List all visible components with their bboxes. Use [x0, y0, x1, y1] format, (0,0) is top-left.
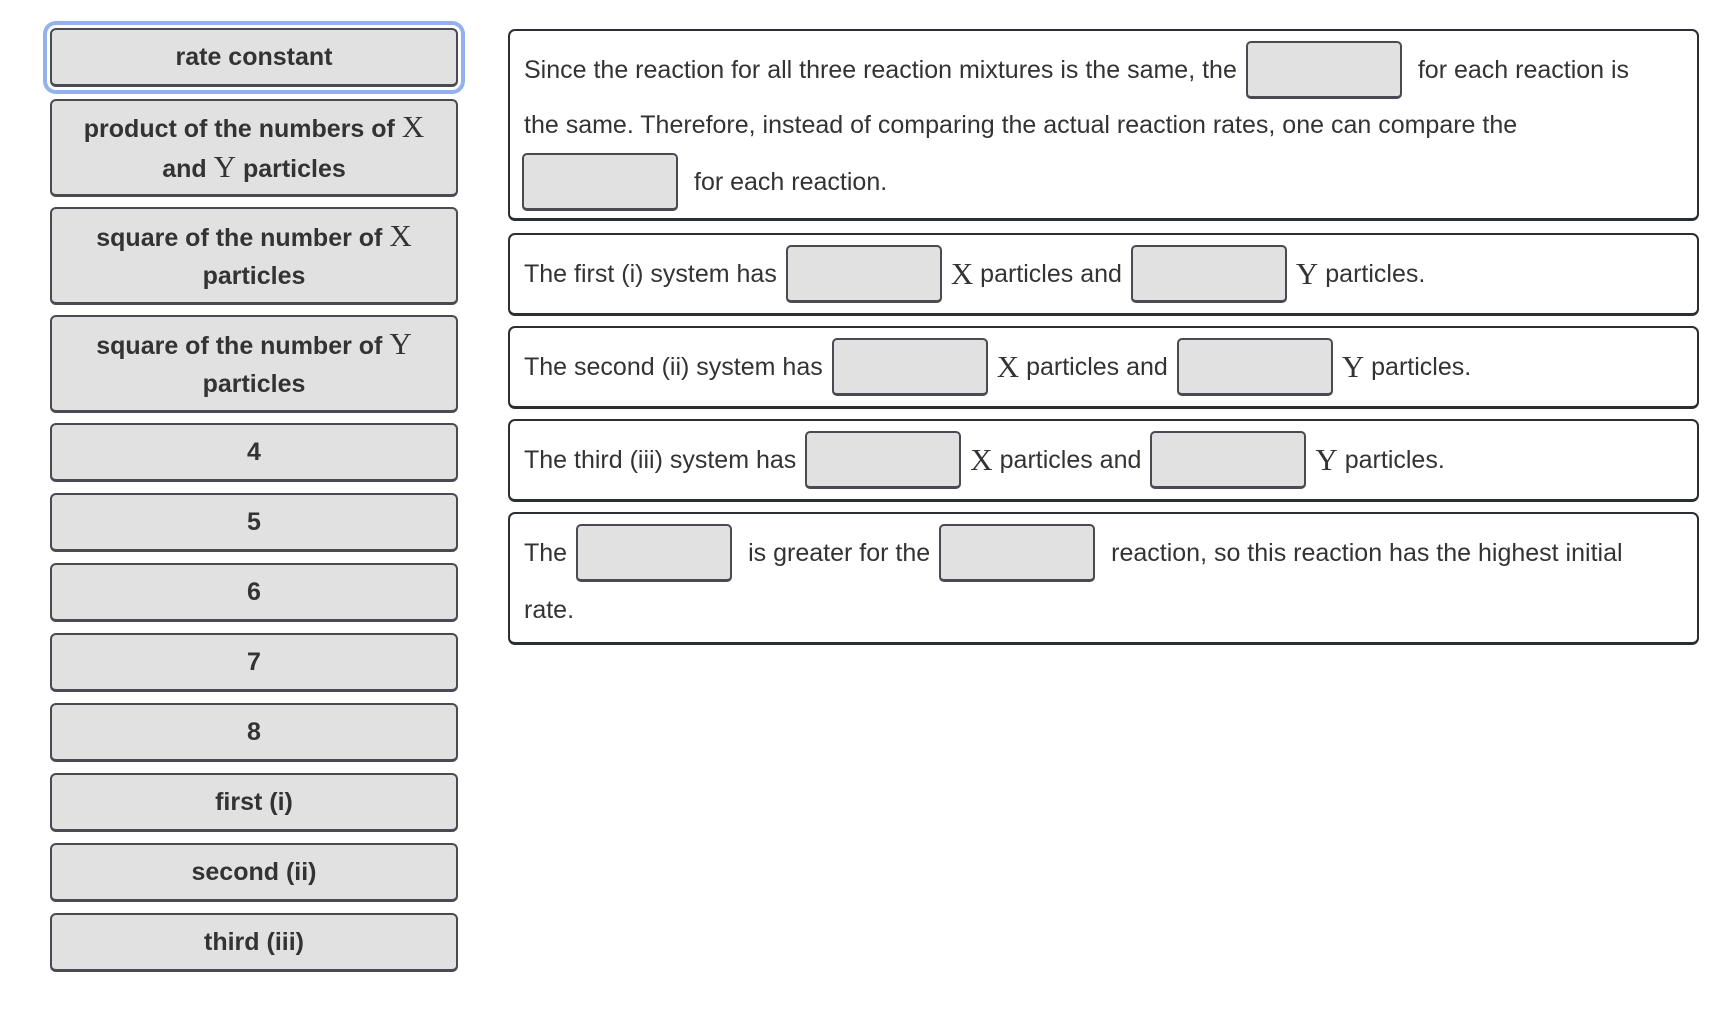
drop-target[interactable]: [576, 524, 733, 582]
tile-label: square of the number of X particles: [96, 217, 412, 290]
tile-square-x[interactable]: square of the number of X particles: [50, 207, 458, 305]
sentence-text: for each reaction is: [1417, 55, 1630, 84]
sentence-text: The: [524, 538, 568, 567]
sentence-text: particles.: [1344, 445, 1445, 474]
tile-8[interactable]: 8: [50, 703, 458, 762]
tile-label: 4: [247, 438, 261, 466]
tile-square-y[interactable]: square of the number of Y particles: [50, 315, 458, 413]
sentence-text: particles and: [999, 445, 1142, 474]
drop-target[interactable]: [785, 245, 942, 303]
tile-label: 7: [247, 648, 261, 676]
sentence-text: Since the reaction for all three reactio…: [524, 55, 1237, 84]
tile-first[interactable]: first (i): [50, 773, 458, 832]
drop-target[interactable]: [1245, 41, 1402, 99]
sentence-panel-4: The third (iii) system has X particles a…: [508, 419, 1699, 502]
tile-label: first (i): [215, 788, 293, 816]
drop-target[interactable]: [1150, 431, 1307, 489]
drop-target[interactable]: [939, 524, 1096, 582]
sentence-text: particles and: [1026, 352, 1168, 381]
sentence-text: particles.: [1371, 352, 1472, 381]
sentence-panel-2: The first (i) system has X particles and…: [508, 233, 1699, 316]
drop-target[interactable]: [1176, 338, 1333, 396]
variable-y: Y: [1295, 256, 1319, 291]
tile-label: square of the number of Y particles: [96, 325, 412, 398]
sentence-text: is greater for the: [748, 538, 931, 567]
tile-label: third (iii): [204, 928, 304, 956]
variable-x: X: [950, 256, 974, 291]
tile-5[interactable]: 5: [50, 493, 458, 552]
sentence-text: The first (i) system has: [524, 259, 777, 288]
sentence-text: reaction, so this reaction has the highe…: [1111, 538, 1623, 567]
sentence-panel-1: Since the reaction for all three reactio…: [508, 29, 1699, 221]
drop-target[interactable]: [1130, 245, 1287, 303]
tile-rate-constant[interactable]: rate constant: [50, 28, 458, 87]
tile-label: rate constant: [175, 43, 333, 71]
tile-7[interactable]: 7: [50, 633, 458, 692]
tile-6[interactable]: 6: [50, 563, 458, 622]
sentence-panel-3: The second (ii) system has X particles a…: [508, 326, 1699, 409]
tile-label: 8: [247, 718, 261, 746]
tile-label: 6: [247, 578, 261, 606]
tile-third[interactable]: third (iii): [50, 913, 458, 972]
tile-label: 5: [247, 508, 261, 536]
sentence-text: particles.: [1325, 259, 1426, 288]
drop-target[interactable]: [522, 153, 678, 211]
sentence-panel-5: The is greater for the reaction, so this…: [508, 512, 1699, 645]
sentence-text: the same. Therefore, instead of comparin…: [524, 110, 1518, 139]
tile-label: second (ii): [191, 858, 317, 886]
sentence-text: rate.: [524, 595, 575, 624]
variable-x: X: [996, 349, 1020, 384]
variable-y: Y: [1341, 349, 1365, 384]
sentence-text: particles and: [980, 259, 1122, 288]
tile-second[interactable]: second (ii): [50, 843, 458, 902]
tile-4[interactable]: 4: [50, 423, 458, 482]
sentence-text: The third (iii) system has: [524, 445, 797, 474]
variable-x: X: [970, 442, 993, 477]
sentence-text: The second (ii) system has: [524, 352, 823, 381]
sentence-text: for each reaction.: [694, 167, 888, 196]
variable-y: Y: [1315, 442, 1338, 477]
tile-product-of-numbers[interactable]: product of the numbers of X and Y partic…: [50, 99, 458, 197]
drop-target[interactable]: [831, 338, 988, 396]
tile-label: product of the numbers of X and Y partic…: [83, 108, 425, 184]
drop-target[interactable]: [805, 431, 962, 489]
